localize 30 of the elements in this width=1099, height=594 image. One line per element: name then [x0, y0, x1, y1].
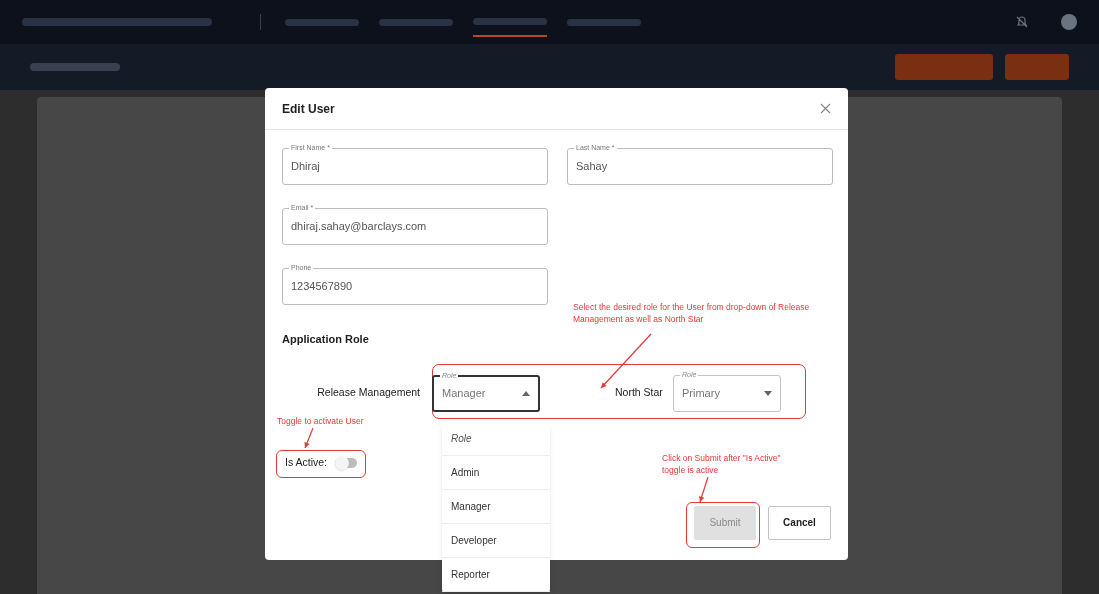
action-button[interactable]: [1005, 54, 1069, 80]
caret-down-icon: [764, 390, 772, 396]
annotation-text: Toggle to activate User: [277, 415, 364, 428]
cancel-button[interactable]: Cancel: [768, 505, 831, 540]
annotation-text: Select the desired role for the User from drop-down of Release Management as well as North Star: [573, 301, 811, 325]
annotation-text: Click on Submit after "Is Active" toggle is active: [662, 452, 782, 476]
section-title: Application Role: [282, 332, 370, 347]
menu-heading: Role: [442, 422, 550, 456]
annotation-arrow: [600, 333, 652, 389]
caret-up-icon: [522, 390, 530, 396]
menu-option[interactable]: Manager: [442, 490, 550, 524]
app-label: North Star: [615, 385, 664, 401]
field-value: Sahay: [576, 159, 608, 175]
app-label: Release Management: [316, 385, 421, 401]
field-value: 1234567890: [291, 279, 353, 295]
field-value: Dhiraj: [291, 159, 320, 175]
menu-option[interactable]: Admin: [442, 456, 550, 490]
menu-option[interactable]: Reporter: [442, 558, 550, 592]
field-value: dhiraj.sahay@barclays.com: [291, 219, 427, 235]
bell-off-icon[interactable]: [1015, 15, 1029, 29]
dialog-title: Edit User: [282, 100, 335, 118]
toggle-label: Is Active:: [285, 454, 327, 470]
select-value: Manager: [442, 385, 486, 401]
close-icon[interactable]: [820, 103, 831, 114]
annotation-arrow: [699, 476, 709, 503]
action-button[interactable]: [895, 54, 993, 80]
annotation-arrow: [304, 427, 314, 449]
menu-option[interactable]: Developer: [442, 524, 550, 558]
select-value: Primary: [682, 385, 720, 401]
is-active-toggle[interactable]: [335, 457, 357, 468]
